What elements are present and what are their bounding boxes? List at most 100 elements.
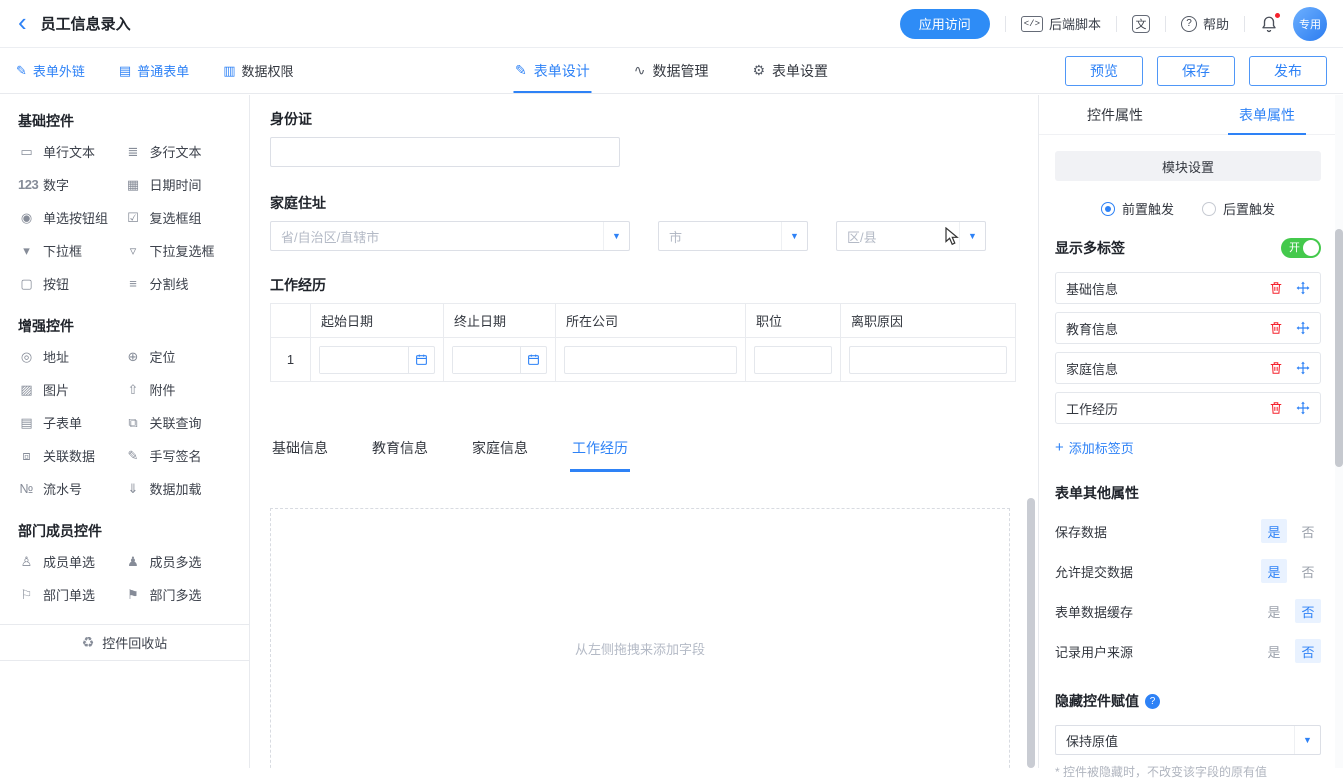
city-select[interactable]: 市 ▼ (658, 221, 808, 251)
control-serial-number[interactable]: №流水号 (18, 472, 125, 505)
move-icon[interactable] (1296, 361, 1310, 375)
add-tab-button[interactable]: + 添加标签页 (1055, 438, 1321, 457)
app-access-button[interactable]: 应用访问 (900, 9, 990, 39)
tab-item-label: 基础信息 (1066, 279, 1256, 298)
tab-form-design[interactable]: ✎ 表单设计 (515, 48, 590, 93)
page-tab-basic-info[interactable]: 基础信息 (270, 438, 330, 472)
control-relation-data[interactable]: ⧈关联数据 (18, 439, 125, 472)
tab-config-item-education-info[interactable]: 教育信息 (1055, 312, 1321, 344)
control-checkbox-group[interactable]: ☑复选框组 (125, 201, 232, 234)
tab-data-management[interactable]: ∿ 数据管理 (634, 48, 709, 93)
control-multi-line-text[interactable]: ≣多行文本 (125, 135, 232, 168)
district-select[interactable]: 区/县 ▼ (836, 221, 986, 251)
field-id-card[interactable]: 身份证 (270, 109, 1010, 167)
tab-control-properties[interactable]: 控件属性 (1039, 95, 1191, 134)
yes-option[interactable]: 是 (1261, 639, 1287, 663)
yes-option[interactable]: 是 (1261, 559, 1287, 583)
language-button[interactable]: 文 (1132, 15, 1150, 33)
trigger-radio-group: 前置触发 后置触发 (1055, 199, 1321, 218)
multi-tab-toggle[interactable]: 开 (1281, 238, 1321, 258)
company-input[interactable] (564, 346, 737, 374)
control-divider[interactable]: ≡分割线 (125, 267, 232, 300)
move-icon[interactable] (1296, 321, 1310, 335)
normal-form-button[interactable]: ▤ 普通表单 (119, 61, 189, 80)
control-dropdown[interactable]: ▾下拉框 (18, 234, 125, 267)
control-dept-single[interactable]: ⚐部门单选 (18, 578, 125, 611)
move-icon[interactable] (1296, 281, 1310, 295)
control-button[interactable]: ▢按钮 (18, 267, 125, 300)
help-button[interactable]: ? 帮助 (1181, 14, 1229, 33)
control-location[interactable]: ⊕定位 (125, 340, 232, 373)
tab-form-settings[interactable]: ⚙ 表单设置 (752, 48, 828, 93)
chevron-down-icon: ▼ (603, 222, 629, 250)
form-doc-icon: ▤ (119, 63, 131, 79)
control-radio-group[interactable]: ◉单选按钮组 (18, 201, 125, 234)
resign-reason-input[interactable] (849, 346, 1007, 374)
start-date-input[interactable] (320, 347, 408, 373)
start-date-calendar-button[interactable] (408, 347, 434, 373)
position-input[interactable] (754, 346, 832, 374)
publish-button[interactable]: 发布 (1249, 56, 1327, 86)
tab-form-properties[interactable]: 表单属性 (1191, 95, 1343, 134)
province-select[interactable]: 省/自治区/直辖市 ▼ (270, 221, 630, 251)
tab-config-item-family-info[interactable]: 家庭信息 (1055, 352, 1321, 384)
control-signature[interactable]: ✎手写签名 (125, 439, 232, 472)
control-label: 地址 (43, 347, 69, 366)
data-permission-button[interactable]: ▥ 数据权限 (223, 61, 293, 80)
avatar[interactable]: 专用 (1293, 7, 1327, 41)
id-card-input[interactable] (270, 137, 620, 167)
trash-icon[interactable] (1269, 281, 1283, 295)
field-address[interactable]: 家庭住址 省/自治区/直辖市 ▼ 市 ▼ 区/县 ▼ (270, 193, 1010, 251)
help-tooltip-icon[interactable]: ? (1145, 694, 1160, 709)
no-option[interactable]: 否 (1295, 639, 1321, 663)
control-data-load[interactable]: ⇓数据加载 (125, 472, 232, 505)
move-icon[interactable] (1296, 401, 1310, 415)
back-button[interactable]: ‹ (18, 9, 27, 35)
trash-icon[interactable] (1269, 361, 1283, 375)
page-tab-work-history[interactable]: 工作经历 (570, 438, 630, 472)
tab-config-item-basic-info[interactable]: 基础信息 (1055, 272, 1321, 304)
dropzone[interactable]: 从左侧拖拽来添加字段 (270, 508, 1010, 768)
control-attachment[interactable]: ⇧附件 (125, 373, 232, 406)
control-single-line-text[interactable]: ▭单行文本 (18, 135, 125, 168)
trash-icon[interactable] (1269, 401, 1283, 415)
control-dept-multi[interactable]: ⚑部门多选 (125, 578, 232, 611)
subform-header-row: 起始日期 终止日期 所在公司 职位 离职原因 (271, 304, 1016, 338)
tab-config-item-work-history[interactable]: 工作经历 (1055, 392, 1321, 424)
control-number[interactable]: 123数字 (18, 168, 125, 201)
page-tab-education-info[interactable]: 教育信息 (370, 438, 430, 472)
trash-icon[interactable] (1269, 321, 1283, 335)
no-option[interactable]: 否 (1295, 559, 1321, 583)
module-settings-button[interactable]: 模块设置 (1055, 151, 1321, 181)
control-relation-query[interactable]: ⧉关联查询 (125, 406, 232, 439)
panel-scrollbar-thumb[interactable] (1335, 229, 1343, 467)
preview-button[interactable]: 预览 (1065, 56, 1143, 86)
control-dropdown-multiselect[interactable]: ▿下拉复选框 (125, 234, 232, 267)
notifications-button[interactable] (1260, 15, 1278, 33)
yes-option[interactable]: 是 (1261, 519, 1287, 543)
no-option[interactable]: 否 (1295, 599, 1321, 623)
divider (1165, 16, 1166, 32)
field-work-history[interactable]: 工作经历 起始日期 终止日期 所在公司 职位 离职原因 (270, 275, 1010, 382)
control-label: 子表单 (43, 413, 82, 432)
panel-scrollbar (1335, 95, 1343, 768)
page-tab-family-info[interactable]: 家庭信息 (470, 438, 530, 472)
control-member-multi[interactable]: ♟成员多选 (125, 545, 232, 578)
save-button[interactable]: 保存 (1157, 56, 1235, 86)
yes-option[interactable]: 是 (1261, 599, 1287, 623)
form-external-link-button[interactable]: ✎ 表单外链 (16, 61, 85, 80)
end-date-input[interactable] (453, 347, 520, 373)
control-subform[interactable]: ▤子表单 (18, 406, 125, 439)
canvas-scrollbar-thumb[interactable] (1027, 498, 1035, 768)
control-address[interactable]: ◎地址 (18, 340, 125, 373)
hidden-value-select[interactable]: 保持原值 ▼ (1055, 725, 1321, 755)
control-member-single[interactable]: ♙成员单选 (18, 545, 125, 578)
control-image[interactable]: ▨图片 (18, 373, 125, 406)
control-recycle-bin[interactable]: ♻ 控件回收站 (0, 624, 249, 661)
no-option[interactable]: 否 (1295, 519, 1321, 543)
control-datetime[interactable]: ▦日期时间 (125, 168, 232, 201)
radio-post-trigger[interactable]: 后置触发 (1202, 199, 1275, 218)
backend-script-button[interactable]: </> 后端脚本 (1021, 14, 1101, 33)
end-date-calendar-button[interactable] (520, 347, 546, 373)
radio-pre-trigger[interactable]: 前置触发 (1101, 199, 1174, 218)
